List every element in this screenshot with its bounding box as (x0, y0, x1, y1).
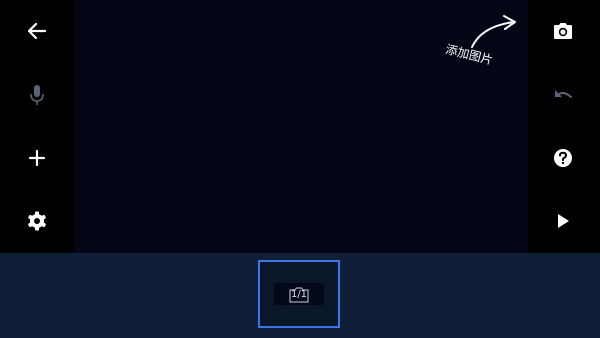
camera-icon (554, 23, 572, 39)
page-thumbnail-preview: 1/1 (274, 283, 324, 305)
play-icon (558, 214, 569, 228)
right-toolbar (528, 0, 600, 253)
microphone-icon (30, 85, 44, 105)
plus-icon (29, 150, 45, 166)
canvas-area[interactable] (74, 0, 528, 253)
voice-input-button[interactable] (19, 77, 55, 113)
help-button[interactable] (545, 140, 581, 176)
add-button[interactable] (19, 140, 55, 176)
settings-button[interactable] (19, 203, 55, 239)
gear-icon (28, 211, 46, 231)
play-button[interactable] (545, 203, 581, 239)
undo-icon (555, 90, 572, 98)
app-window: 添加图片 1/1 (0, 0, 600, 338)
undo-button[interactable] (545, 77, 581, 113)
arrow-left-icon (27, 22, 47, 40)
page-thumbnail-selected[interactable]: 1/1 (258, 260, 340, 328)
back-button[interactable] (19, 13, 55, 49)
camera-button[interactable] (545, 13, 581, 49)
page-counter: 1/1 (290, 288, 308, 300)
left-toolbar (0, 0, 74, 253)
help-icon (554, 149, 572, 167)
